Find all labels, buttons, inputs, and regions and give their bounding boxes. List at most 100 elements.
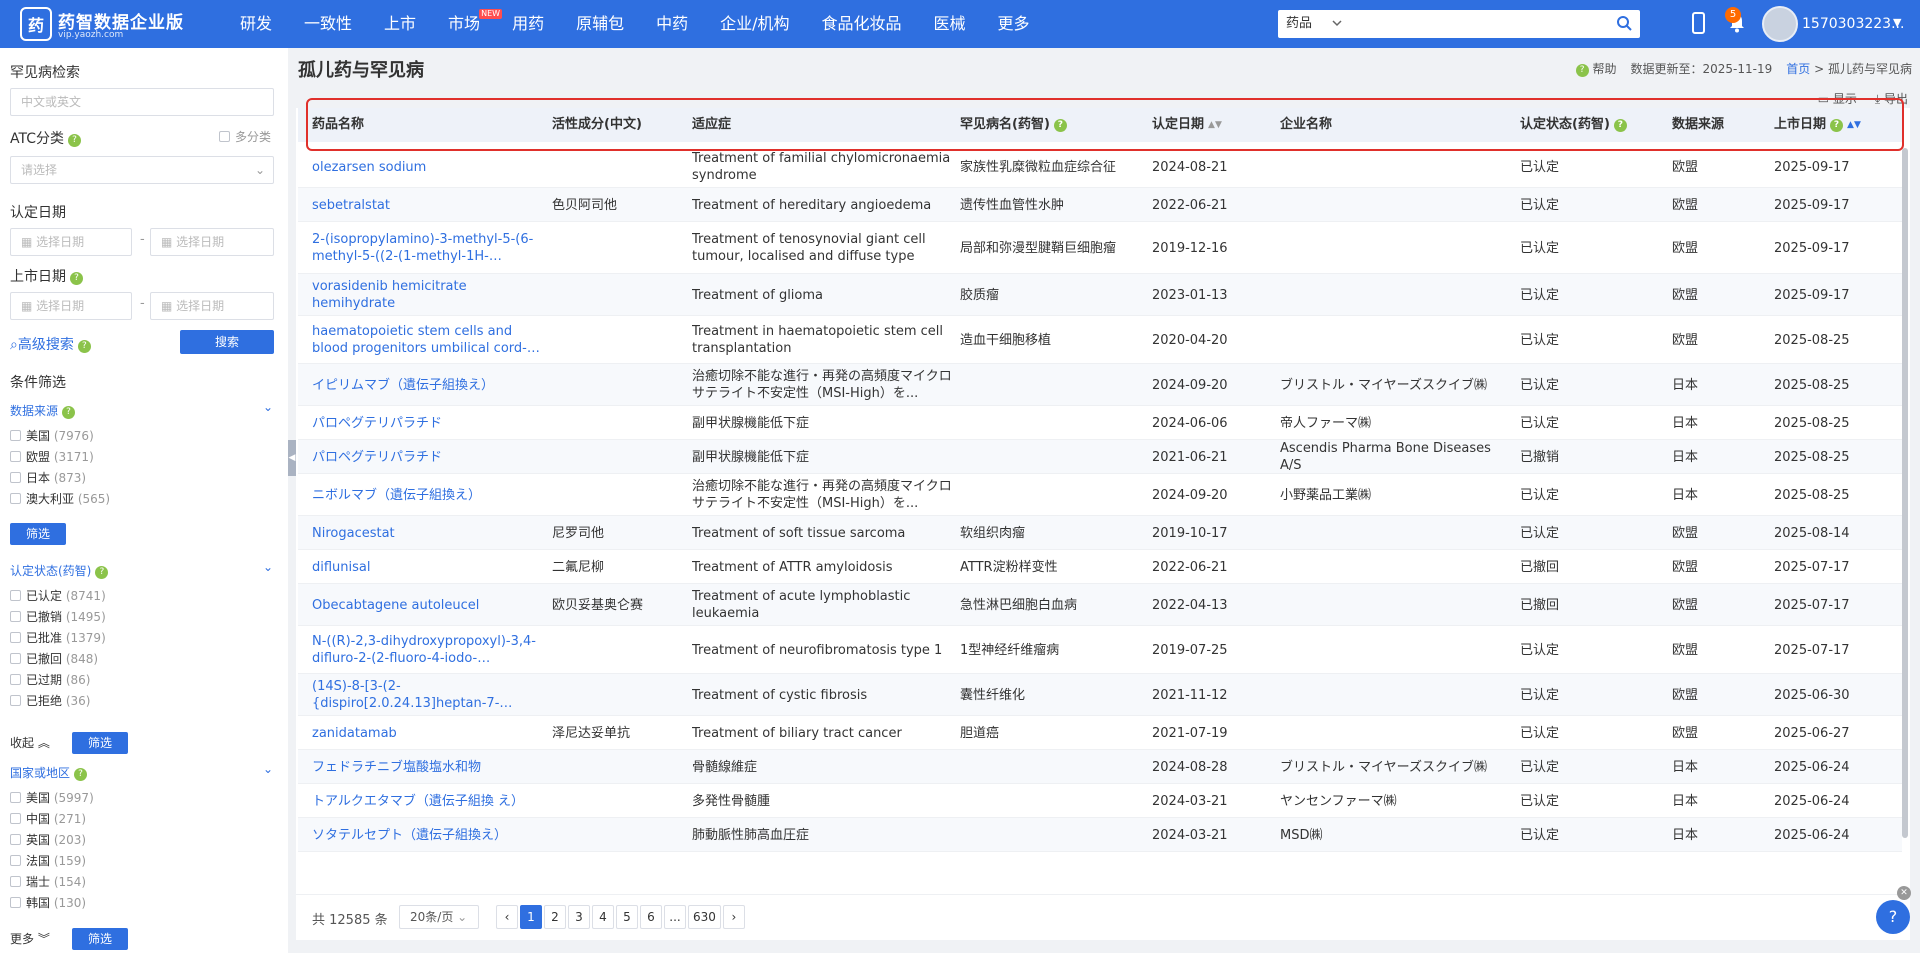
- table-row[interactable]: パロペグテリパラチド 副甲状腺機能低下症 2024-06-06 帝人ファーマ㈱ 已认定 日…: [298, 406, 1902, 440]
- nav-item[interactable]: 上市: [368, 0, 432, 48]
- close-icon[interactable]: ✕: [1897, 886, 1911, 900]
- market-date-start[interactable]: ▦ 选择日期: [10, 292, 132, 320]
- filter-checkbox[interactable]: 美国 (5997): [10, 789, 94, 807]
- table-cell-name[interactable]: パロペグテリパラチド: [312, 406, 540, 440]
- filter-checkbox[interactable]: 欧盟 (3171): [10, 448, 94, 466]
- nav-item[interactable]: 医械: [918, 0, 982, 48]
- filter-button[interactable]: 筛选: [10, 523, 66, 545]
- help-icon[interactable]: ?: [68, 134, 81, 147]
- page-button[interactable]: ...: [664, 905, 686, 929]
- table-row[interactable]: ソタテルセプト（遺伝子組換え） 肺動脈性肺高血圧症 2024-03-21 MSD㈱ 已认…: [298, 818, 1902, 852]
- checkbox[interactable]: [10, 472, 21, 483]
- search-scope-select[interactable]: 药品: [1286, 10, 1312, 38]
- advanced-search-link[interactable]: ⌕高级搜索?: [10, 334, 91, 354]
- table-cell-name[interactable]: フェドラチニブ塩酸塩水和物: [312, 750, 540, 784]
- filter-checkbox[interactable]: 法国 (159): [10, 852, 86, 870]
- table-cell-name[interactable]: ソタテルセプト（遺伝子組換え）: [312, 818, 540, 852]
- table-cell-name[interactable]: N-((R)-2,3-dihydroxypropoxyl)-3,4-diflur…: [312, 626, 540, 674]
- page-button[interactable]: 5: [616, 905, 638, 929]
- table-row[interactable]: (14S)-8-[3-(2-{dispiro[2.0.24.13]heptan-…: [298, 674, 1902, 716]
- checkbox[interactable]: [10, 590, 21, 601]
- page-button[interactable]: 4: [592, 905, 614, 929]
- table-cell-name[interactable]: vorasidenib hemicitrate hemihydrate: [312, 274, 540, 316]
- filter-checkbox[interactable]: 日本 (873): [10, 469, 86, 487]
- country-title[interactable]: 国家或地区?: [10, 764, 88, 781]
- prev-page-button[interactable]: ‹: [496, 905, 518, 929]
- table-row[interactable]: Obecabtagene autoleucel 欧贝妥基奥仑赛 Treatment …: [298, 584, 1902, 626]
- table-row[interactable]: vorasidenib hemicitrate hemihydrate Treat…: [298, 274, 1902, 316]
- filter-checkbox[interactable]: 已过期 (86): [10, 671, 90, 689]
- table-cell-name[interactable]: Nirogacestat: [312, 516, 540, 550]
- page-size-select[interactable]: 20条/页 ⌄: [399, 905, 479, 929]
- table-cell-name[interactable]: イピリムマブ（遺伝子組換え）: [312, 364, 540, 406]
- chevron-down-icon[interactable]: ▼: [1893, 16, 1901, 29]
- data-source-title[interactable]: 数据来源?: [10, 402, 76, 419]
- table-cell-name[interactable]: ニボルマブ（遺伝子組換え）: [312, 474, 540, 516]
- table-row[interactable]: haematopoietic stem cells and blood prog…: [298, 316, 1902, 364]
- filter-checkbox[interactable]: 已撤销 (1495): [10, 608, 106, 626]
- nav-item[interactable]: 企业/机构: [704, 0, 805, 48]
- checkbox[interactable]: [10, 674, 21, 685]
- filter-checkbox[interactable]: 韩国 (130): [10, 894, 86, 912]
- search-button[interactable]: 搜索: [180, 330, 274, 354]
- filter-checkbox[interactable]: 已撤回 (848): [10, 650, 98, 668]
- filter-checkbox[interactable]: 已认定 (8741): [10, 587, 106, 605]
- filter-checkbox[interactable]: 英国 (203): [10, 831, 86, 849]
- nav-item[interactable]: 中药: [640, 0, 704, 48]
- approval-date-end[interactable]: ▦ 选择日期: [150, 228, 274, 256]
- filter-button[interactable]: 筛选: [72, 732, 128, 754]
- rare-search-input[interactable]: 中文或英文: [10, 88, 274, 116]
- next-page-button[interactable]: ›: [722, 905, 745, 929]
- table-cell-name[interactable]: パロペグテリパラチド: [312, 440, 540, 474]
- table-row[interactable]: ニボルマブ（遺伝子組換え） 治癒切除不能な進行・再発の高頻度マイクロサテライト不安…: [298, 474, 1902, 516]
- chevron-down-icon[interactable]: ⌄: [263, 762, 273, 776]
- page-button[interactable]: 6: [640, 905, 662, 929]
- customer-service-icon[interactable]: ?: [1876, 900, 1910, 934]
- help-icon[interactable]: ?: [77, 340, 91, 353]
- checkbox[interactable]: [10, 695, 21, 706]
- table-cell-name[interactable]: olezarsen sodium: [312, 146, 540, 188]
- checkbox[interactable]: [10, 430, 21, 441]
- table-row[interactable]: sebetralstat 色贝阿司他 Treatment of hereditary…: [298, 188, 1902, 222]
- nav-item[interactable]: 一致性: [288, 0, 368, 48]
- checkbox[interactable]: [10, 653, 21, 664]
- checkbox[interactable]: [10, 834, 21, 845]
- approval-date-start[interactable]: ▦ 选择日期: [10, 228, 132, 256]
- market-date-end[interactable]: ▦ 选择日期: [150, 292, 274, 320]
- table-row[interactable]: 2-(isopropylamino)-3-methyl-5-(6-methyl-…: [298, 222, 1902, 274]
- nav-item[interactable]: 市场 NEW: [432, 0, 503, 48]
- avatar-icon[interactable]: [1762, 6, 1798, 42]
- collapse-toggle[interactable]: 收起 ︽: [10, 734, 50, 751]
- table-row[interactable]: イピリムマブ（遺伝子組換え） 治癒切除不能な進行・再発の高頻度マイクロサテライト不…: [298, 364, 1902, 406]
- checkbox[interactable]: [10, 493, 21, 504]
- table-cell-name[interactable]: sebetralstat: [312, 188, 540, 222]
- table-row[interactable]: パロペグテリパラチド 副甲状腺機能低下症 2021-06-21 Ascendis Ph…: [298, 440, 1902, 474]
- nav-item[interactable]: 研发: [224, 0, 288, 48]
- table-row[interactable]: diflunisal 二氟尼柳 Treatment of ATTR amyloido…: [298, 550, 1902, 584]
- page-button[interactable]: 1: [520, 905, 542, 929]
- chevron-down-icon[interactable]: [1331, 14, 1343, 36]
- table-row[interactable]: olezarsen sodium Treatment of familial ch…: [298, 146, 1902, 188]
- help-icon[interactable]: ?: [95, 566, 109, 579]
- phone-icon[interactable]: [1692, 12, 1705, 34]
- help-icon[interactable]: ?: [62, 406, 76, 419]
- table-row[interactable]: フェドラチニブ塩酸塩水和物 骨髄線維症 2024-08-28 ブリストル・マイヤーズス…: [298, 750, 1902, 784]
- nav-item[interactable]: 更多: [982, 0, 1046, 48]
- table-row[interactable]: N-((R)-2,3-dihydroxypropoxyl)-3,4-diflur…: [298, 626, 1902, 674]
- search-input[interactable]: [1368, 14, 1608, 34]
- filter-button[interactable]: 筛选: [72, 928, 128, 950]
- table-row[interactable]: zanidatamab 泽尼达妥单抗 Treatment of biliary tr…: [298, 716, 1902, 750]
- checkbox[interactable]: [10, 792, 21, 803]
- checkbox[interactable]: [10, 876, 21, 887]
- checkbox[interactable]: [10, 451, 21, 462]
- table-row[interactable]: トアルクエタマブ（遺伝子組換 え） 多発性骨髄腫 2024-03-21 ヤンセンファー…: [298, 784, 1902, 818]
- table-row[interactable]: Nirogacestat 尼罗司他 Treatment of soft tissue…: [298, 516, 1902, 550]
- chevron-down-icon[interactable]: ⌄: [263, 400, 273, 414]
- more-toggle[interactable]: 更多 ︾: [10, 930, 50, 947]
- help-link[interactable]: ? 帮助: [1572, 60, 1616, 77]
- page-button[interactable]: 2: [544, 905, 566, 929]
- checkbox[interactable]: [10, 897, 21, 908]
- filter-checkbox[interactable]: 中国 (271): [10, 810, 86, 828]
- filter-checkbox[interactable]: 澳大利亚 (565): [10, 490, 110, 508]
- nav-item[interactable]: 用药: [496, 0, 560, 48]
